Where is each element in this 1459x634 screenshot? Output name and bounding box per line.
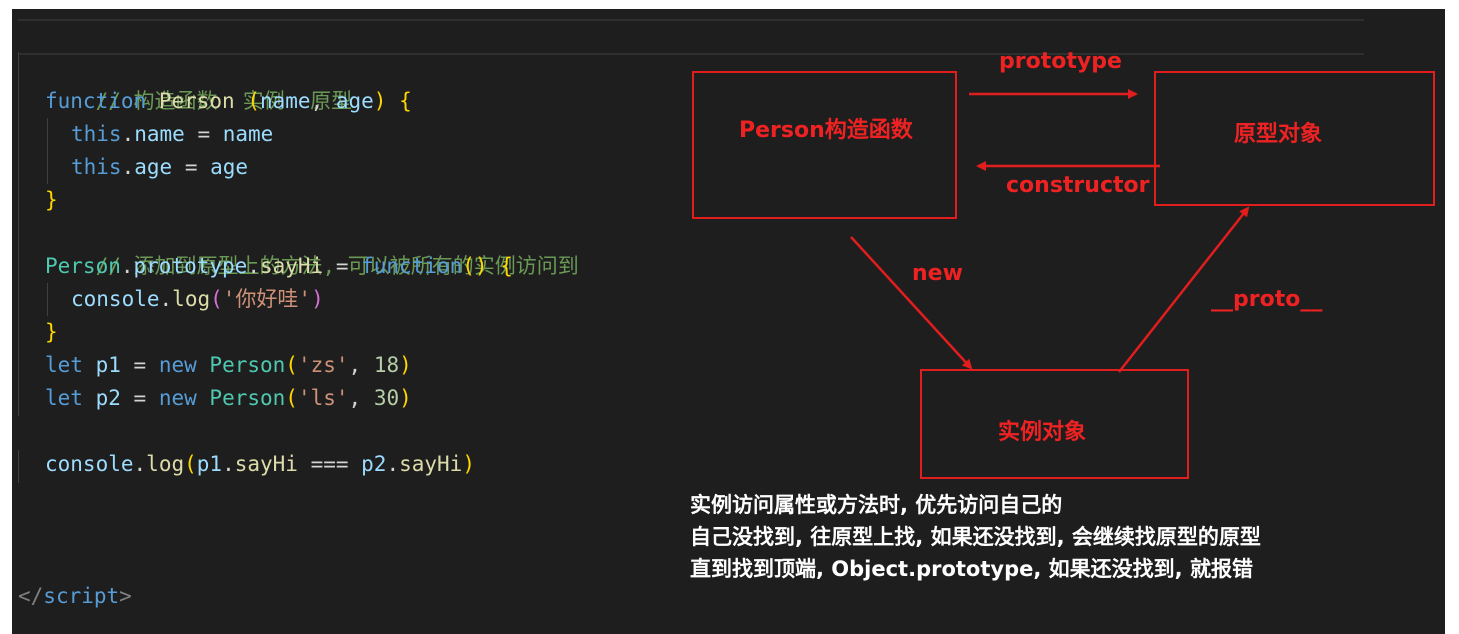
new-arrow <box>850 236 973 370</box>
note-line-2: 自己没找到, 往原型上找, 如果还没找到, 会继续找原型的原型 <box>690 525 1261 549</box>
code-editor: // 构造函数 实例 原型 function Person (name, age… <box>12 9 1445 634</box>
proto-arrow <box>1118 206 1250 373</box>
note-line-1: 实例访问属性或方法时, 优先访问自己的 <box>690 493 1063 517</box>
note-line-3: 直到找到顶端, Object.prototype, 如果还没找到, 就报错 <box>690 557 1253 581</box>
